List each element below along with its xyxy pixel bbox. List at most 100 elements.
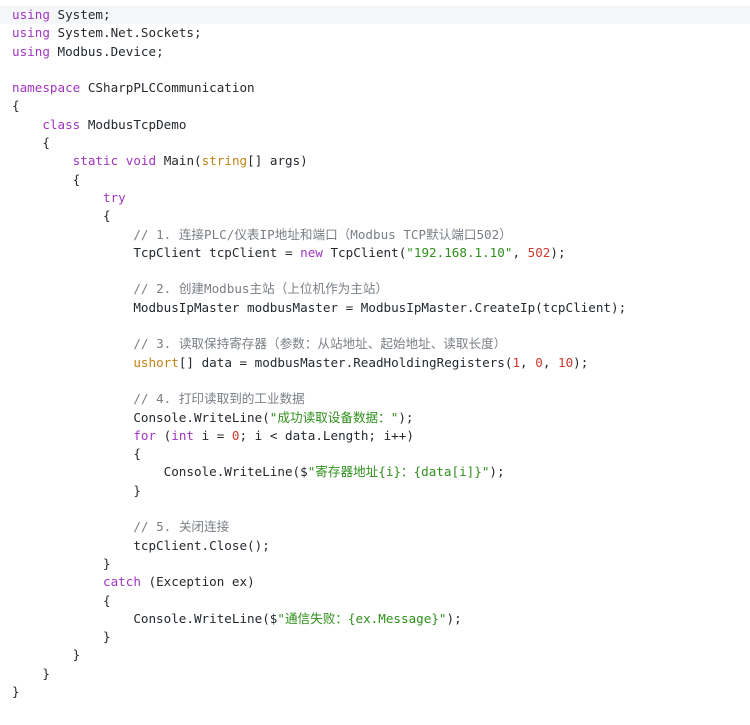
code-text: } [12, 647, 81, 663]
code-text: , [542, 354, 558, 370]
code-line: TcpClient tcpClient = new TcpClient("192… [0, 244, 750, 262]
code-text: } [12, 665, 50, 681]
string-literal: "192.168.1.10" [406, 244, 513, 260]
code-line: } [0, 628, 750, 646]
code-line: } [0, 646, 750, 664]
code-text: System.Net.Sockets; [49, 25, 202, 41]
code-line: ​ [0, 317, 750, 335]
code-line: // 4. 打印读取到的工业数据 [0, 390, 750, 408]
code-line: tcpClient.Close(); [0, 537, 750, 555]
keyword-token: class [42, 116, 81, 132]
code-line: try [0, 189, 750, 207]
code-text: { [12, 135, 50, 151]
code-line: ushort[] data = modbusMaster.ReadHolding… [0, 354, 750, 372]
comment-text: // 3. 读取保持寄存器（参数：从站地址、起始地址、读取长度） [133, 336, 507, 352]
code-line: ​ [0, 61, 750, 79]
code-line: { [0, 592, 750, 610]
code-editor[interactable]: using System; using System.Net.Sockets; us… [0, 6, 750, 702]
code-line: } [0, 482, 750, 500]
string-literal: "寄存器地址{i}：{data[i]}" [307, 464, 490, 480]
code-line: // 2. 创建Modbus主站（上位机作为主站） [0, 280, 750, 298]
code-text: Main( [156, 153, 202, 169]
code-line: ModbusIpMaster modbusMaster = ModbusIpMa… [0, 299, 750, 317]
code-text: CSharpPLCCommunication [80, 80, 255, 96]
code-line: { [0, 207, 750, 225]
number-literal: 0 [535, 354, 543, 370]
code-line: ​ [0, 500, 750, 518]
string-literal: "通信失败：{ex.Message}" [277, 610, 447, 626]
comment-text: // 4. 打印读取到的工业数据 [133, 391, 305, 407]
code-text: ); [446, 610, 462, 626]
comment-text: // 5. 关闭连接 [133, 519, 230, 535]
code-text: Console.WriteLine($ [12, 464, 308, 480]
code-line: { [0, 97, 750, 115]
code-text: [] args) [247, 153, 308, 169]
code-line: // 3. 读取保持寄存器（参数：从站地址、起始地址、读取长度） [0, 335, 750, 353]
code-line: } [0, 683, 750, 701]
number-literal: 1 [512, 354, 521, 370]
code-line: Console.WriteLine("成功读取设备数据："); [0, 409, 750, 427]
code-line: ​ [0, 262, 750, 280]
keyword-token: for [133, 427, 157, 443]
code-text: Console.WriteLine($ [12, 610, 278, 626]
number-literal: 0 [231, 427, 240, 443]
code-text: System; [49, 7, 111, 22]
keyword-token: catch [103, 574, 141, 590]
number-literal: 502 [527, 244, 551, 260]
comment-text: // 2. 创建Modbus主站（上位机作为主站） [133, 281, 389, 297]
code-line: using System; [0, 6, 750, 25]
code-line: // 5. 关闭连接 [0, 518, 750, 536]
code-text: i = [194, 427, 232, 443]
code-text: Modbus.Device; [49, 43, 164, 59]
code-text: { [12, 171, 81, 187]
code-text: tcpClient.Close(); [12, 537, 270, 553]
code-line: // 1. 连接PLC/仪表IP地址和端口（Modbus TCP默认端口502） [0, 226, 750, 244]
code-line: for (int i = 0; i < data.Length; i++) [0, 427, 750, 445]
code-text: ); [398, 409, 414, 425]
code-text: (Exception ex) [140, 574, 255, 590]
code-text: , [512, 244, 528, 260]
code-line: Console.WriteLine($"通信失败：{ex.Message}"); [0, 610, 750, 628]
code-text: { [12, 208, 111, 224]
code-text: ); [573, 354, 589, 370]
code-text: { [12, 592, 111, 608]
code-text: [] data = modbusMaster.ReadHoldingRegist… [178, 354, 513, 370]
keyword-token: new [300, 244, 323, 260]
code-text: TcpClient( [322, 244, 407, 260]
code-text: TcpClient tcpClient = [12, 244, 301, 260]
code-text: ModbusTcpDemo [80, 116, 187, 132]
type-token: string [201, 153, 248, 169]
string-literal: "成功读取设备数据：" [269, 409, 399, 425]
code-text: ); [550, 244, 566, 260]
code-line: ​ [0, 372, 750, 390]
keyword-token: static [72, 153, 119, 169]
code-line: { [0, 171, 750, 189]
type-token: ushort [133, 354, 179, 370]
code-text: ); [489, 464, 505, 480]
code-line: using Modbus.Device; [0, 43, 750, 61]
code-line: { [0, 134, 750, 152]
code-line: static void Main(string[] args) [0, 152, 750, 170]
code-text: } [12, 629, 111, 645]
code-text: } [12, 683, 20, 699]
code-line: } [0, 555, 750, 573]
code-text: ; i < data.Length; i++) [239, 427, 414, 443]
code-line: { [0, 445, 750, 463]
comment-text: // 1. 连接PLC/仪表IP地址和端口（Modbus TCP默认端口502） [133, 226, 512, 242]
code-text: } [12, 482, 141, 498]
number-literal: 10 [557, 354, 574, 370]
code-text: ModbusIpMaster modbusMaster = ModbusIpMa… [12, 299, 627, 315]
keyword-token: void [125, 153, 157, 169]
keyword-token: using [12, 7, 50, 22]
keyword-token: namespace [12, 80, 81, 96]
